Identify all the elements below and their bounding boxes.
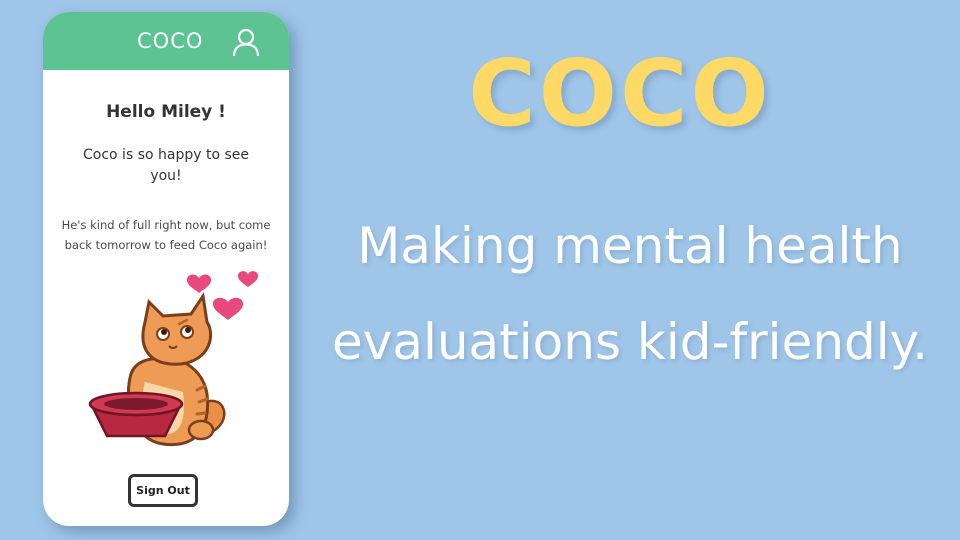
phone-mockup: COCO Hello Miley ! Coco is so happy to s… [43, 12, 289, 526]
brand-title: COCO [468, 40, 772, 147]
sign-out-button[interactable]: Sign Out [128, 474, 198, 507]
heart-icon [186, 274, 212, 293]
app-header: COCO [43, 12, 289, 70]
app-name: COCO [137, 29, 204, 53]
tagline: Making mental health evaluations kid-fri… [331, 217, 929, 371]
happy-message: Coco is so happy to see you! [83, 147, 249, 184]
status-message: He's kind of full right now, but come ba… [61, 218, 271, 252]
heart-icon [212, 297, 244, 320]
heart-icon [237, 271, 259, 287]
greeting: Hello Miley ! [106, 102, 226, 122]
food-bowl [88, 391, 184, 438]
user-icon[interactable] [231, 27, 261, 57]
cat-illustration [88, 271, 259, 447]
